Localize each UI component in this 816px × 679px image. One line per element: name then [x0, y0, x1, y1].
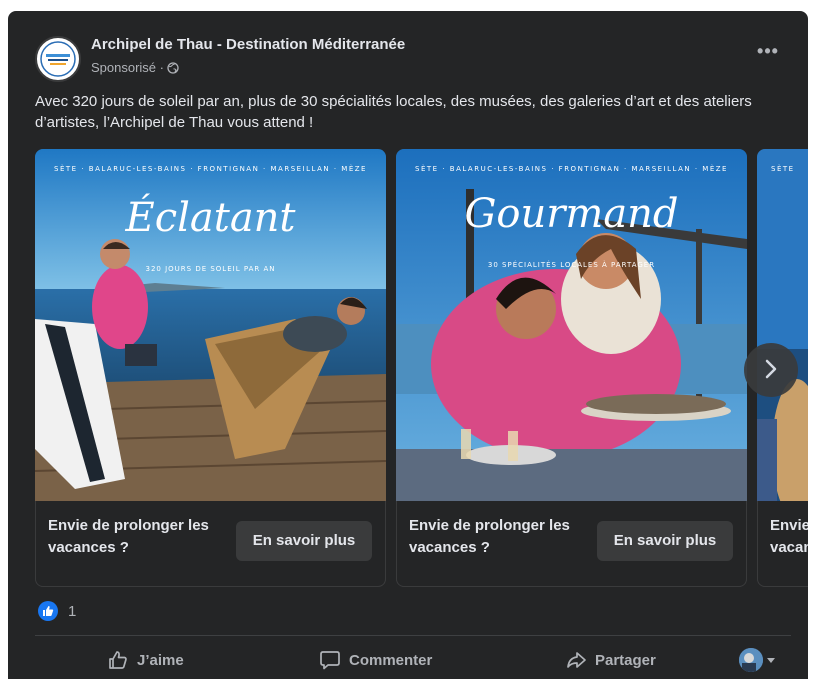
more-horizontal-icon: ••• — [757, 41, 779, 61]
thumbs-up-icon — [109, 651, 127, 669]
divider — [35, 635, 791, 636]
reaction-identity-selector[interactable] — [739, 648, 776, 672]
carousel-image[interactable]: SÈTE · BALARUC-LES-BAINS · FRONTIGNAN · … — [396, 149, 747, 501]
user-avatar — [739, 648, 763, 672]
slide-place-names: SÈTE — [771, 165, 795, 173]
learn-more-button[interactable]: En savoir plus — [236, 521, 372, 561]
reaction-summary[interactable]: 1 — [38, 601, 76, 621]
share-label: Partager — [595, 651, 656, 669]
reaction-count: 1 — [68, 602, 77, 620]
carousel: SÈTE · BALARUC-LES-BAINS · FRONTIGNAN · … — [8, 149, 808, 587]
carousel-caption: Envie de prolonger les vacances ? — [770, 517, 808, 556]
more-options-button[interactable]: ••• — [750, 41, 786, 65]
carousel-card[interactable]: SÈTE · BALARUC-LES-BAINS · FRONTIGNAN · … — [396, 149, 747, 587]
carousel-caption: Envie de prolonger les vacances ? — [409, 517, 570, 556]
caret-down-icon — [767, 658, 775, 663]
like-reaction-icon — [38, 601, 58, 621]
carousel-card[interactable]: SÈTE · BALARUC-LES-BAINS · FRONTIGNAN · … — [35, 149, 386, 587]
share-button[interactable]: Partager — [565, 641, 656, 679]
slide-title: Éclatant — [125, 195, 296, 241]
share-icon — [567, 652, 586, 668]
carousel-card-footer: Envie de prolonger les vacances ? En sav… — [396, 501, 747, 587]
learn-more-button[interactable]: En savoir plus — [597, 521, 733, 561]
carousel-card-footer: Envie de prolonger les vacances ? — [757, 501, 808, 587]
carousel-card-footer: Envie de prolonger les vacances ? En sav… — [35, 501, 386, 587]
sponsored-label: Sponsorisé · — [91, 60, 164, 75]
comment-button[interactable]: Commenter — [319, 641, 432, 679]
slide-subtitle: 320 JOURS DE SOLEIL PAR AN — [145, 265, 276, 273]
post-actions-bar: J’aime Commenter Partager — [35, 641, 791, 679]
carousel-caption: Envie de prolonger les vacances ? — [48, 517, 209, 556]
carousel-next-button[interactable] — [744, 343, 798, 397]
post-message: Avec 320 jours de soleil par an, plus de… — [35, 93, 752, 131]
sponsored-post: Archipel de Thau - Destination Méditerra… — [8, 11, 808, 679]
slide-place-names: SÈTE · BALARUC-LES-BAINS · FRONTIGNAN · … — [54, 165, 367, 173]
slide-subtitle: 30 SPÉCIALITÉS LOCALES À PARTAGER — [487, 261, 656, 269]
globe-icon[interactable] — [167, 61, 179, 74]
slide-place-names: SÈTE · BALARUC-LES-BAINS · FRONTIGNAN · … — [415, 165, 728, 173]
page-name-link[interactable]: Archipel de Thau - Destination Méditerra… — [91, 36, 405, 53]
like-button[interactable]: J’aime — [107, 641, 184, 679]
carousel-image[interactable]: SÈTE · BALARUC-LES-BAINS · FRONTIGNAN · … — [35, 149, 386, 501]
sponsored-label-row: Sponsorisé · — [91, 60, 179, 75]
carousel-image[interactable]: SÈTE — [757, 149, 808, 501]
archipel-logo-icon — [38, 39, 78, 79]
comment-icon — [320, 651, 340, 670]
chevron-right-icon — [765, 359, 777, 379]
slide-title: Gourmand — [464, 191, 679, 237]
page-avatar[interactable] — [35, 36, 81, 82]
seaside-scene-image — [757, 149, 808, 501]
comment-label: Commenter — [349, 651, 433, 669]
like-label: J’aime — [137, 651, 184, 669]
